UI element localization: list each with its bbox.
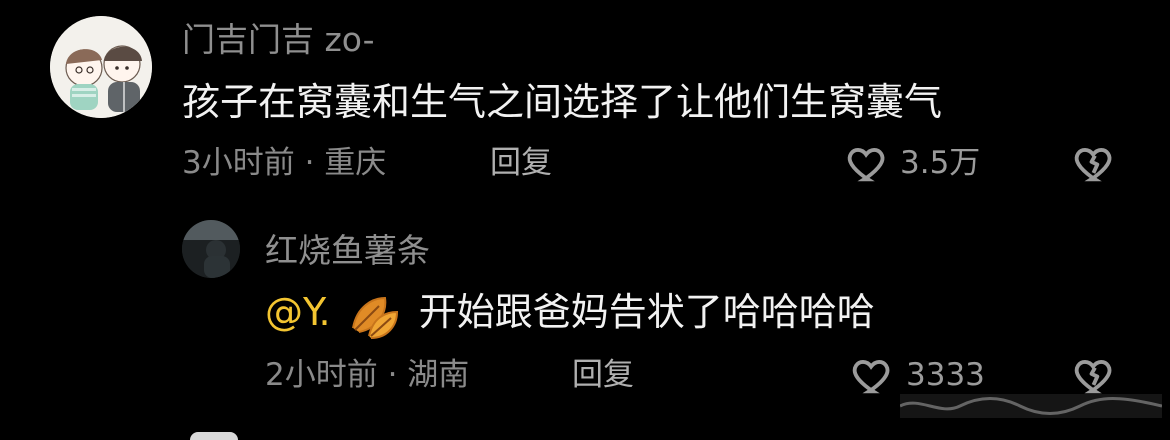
mention-user[interactable]: @Y. <box>265 290 331 334</box>
username[interactable]: 门吉门吉 zo- <box>182 18 375 62</box>
next-avatar-edge <box>190 432 238 440</box>
comment-body: 开始跟爸妈告状了哈哈哈哈 <box>418 290 875 334</box>
like-count: 3.5万 <box>900 145 981 181</box>
comment-meta: 2小时前 · 湖南 <box>265 357 470 393</box>
broken-heart-icon[interactable] <box>1072 140 1118 186</box>
comment-meta: 3小时前 · 重庆 <box>182 145 387 181</box>
comment-text: 孩子在窝囊和生气之间选择了让他们生窝囊气 <box>182 80 943 124</box>
reply-button[interactable]: 回复 <box>572 355 634 395</box>
reply-button[interactable]: 回复 <box>490 143 552 183</box>
leaf-icon <box>345 288 399 342</box>
avatar[interactable] <box>50 16 152 118</box>
heart-icon[interactable] <box>845 140 891 186</box>
comment-text: @Y. 开始跟爸妈告状了哈哈哈哈 <box>265 286 875 342</box>
avatar[interactable] <box>182 220 240 278</box>
watermark-overlay <box>899 386 1163 426</box>
username[interactable]: 红烧鱼薯条 <box>265 229 430 273</box>
heart-icon[interactable] <box>850 352 896 398</box>
